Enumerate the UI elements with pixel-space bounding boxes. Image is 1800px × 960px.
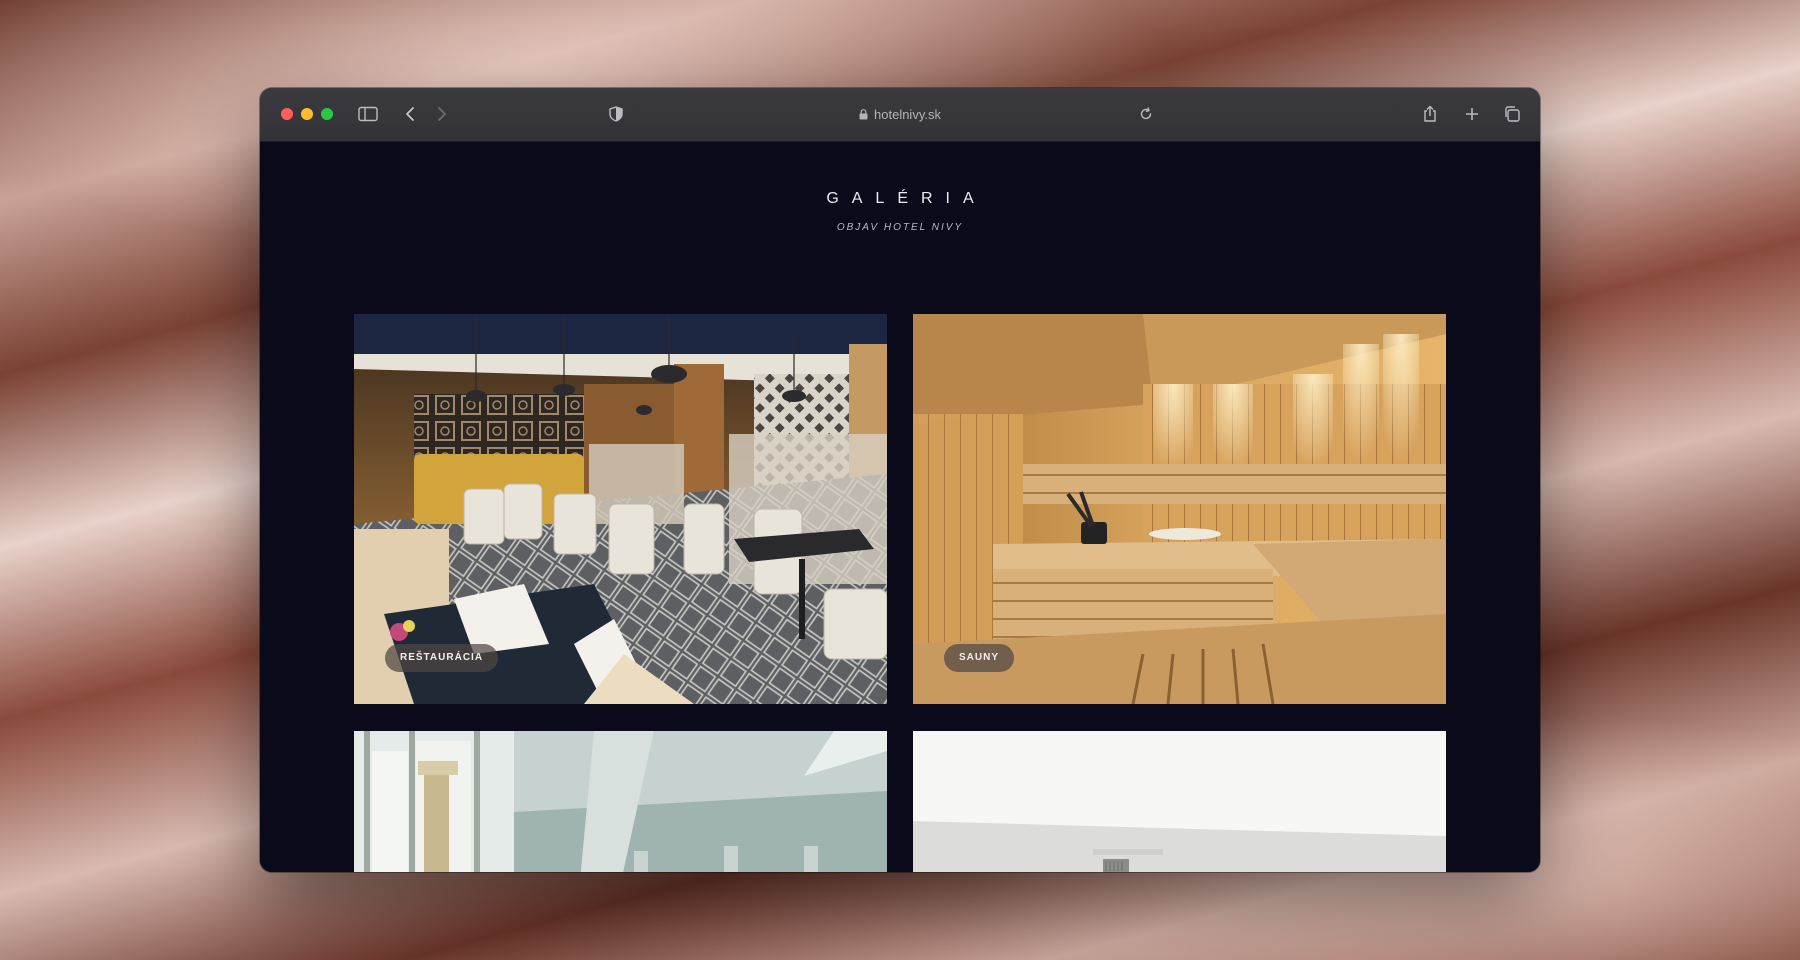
- browser-window: hotelnivy.sk GALÉRIA OBJAV HOTEL NIVY RE…: [260, 88, 1540, 872]
- gallery-tile-hall[interactable]: [354, 731, 887, 872]
- hall-photo: [354, 731, 887, 872]
- url-text: hotelnivy.sk: [874, 106, 941, 122]
- lock-icon: [859, 108, 868, 119]
- gallery-label-restaurant: REŠTAURÁCIA: [385, 644, 499, 672]
- sidebar-icon[interactable]: [356, 102, 380, 126]
- gallery-tile-restaurant[interactable]: REŠTAURÁCIA: [354, 314, 887, 704]
- privacy-shield-icon[interactable]: [606, 102, 626, 126]
- reload-icon[interactable]: [1136, 102, 1156, 126]
- tab-overview-icon[interactable]: [1500, 102, 1524, 126]
- forward-icon[interactable]: [432, 102, 452, 126]
- gallery-tile-sauna[interactable]: SAUNY: [913, 314, 1446, 704]
- share-icon[interactable]: [1418, 102, 1442, 126]
- page-title: GALÉRIA: [826, 190, 987, 207]
- new-tab-icon[interactable]: [1460, 102, 1484, 126]
- page-subtitle: OBJAV HOTEL NIVY: [836, 222, 964, 233]
- back-icon[interactable]: [400, 102, 420, 126]
- address-bar[interactable]: hotelnivy.sk: [820, 104, 980, 124]
- browser-toolbar: hotelnivy.sk: [260, 88, 1540, 142]
- gallery-label-sauna: SAUNY: [944, 644, 1015, 672]
- zoom-window-button[interactable]: [321, 108, 333, 120]
- gallery-tile-room[interactable]: [913, 731, 1446, 872]
- room-photo: [913, 731, 1446, 872]
- page-content: GALÉRIA OBJAV HOTEL NIVY REŠTAURÁCIA SAU…: [260, 142, 1540, 872]
- close-window-button[interactable]: [281, 108, 293, 120]
- minimize-window-button[interactable]: [301, 108, 313, 120]
